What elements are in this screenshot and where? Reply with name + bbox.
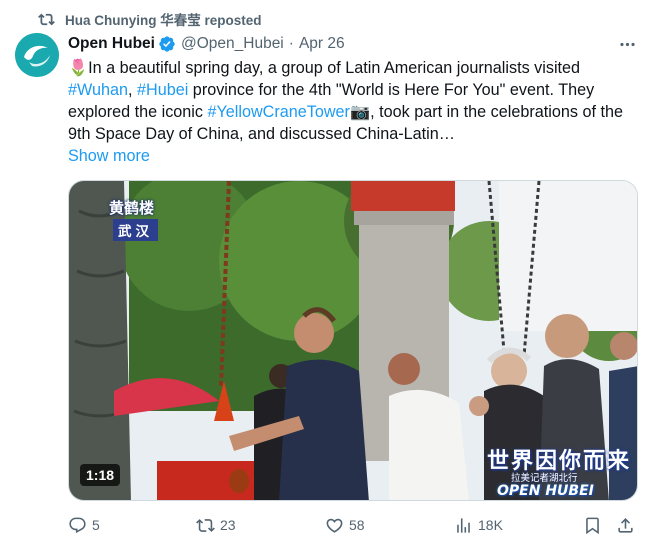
like-count: 58 — [349, 517, 365, 533]
views-button[interactable]: 18K — [454, 513, 503, 537]
video-player[interactable]: 黄鹤楼 武汉 1:18 世界因你而来 拉美记者湖北行 OPEN HUBEI — [68, 180, 638, 501]
repost-label: Hua Chunying 华春莹 reposted — [65, 13, 262, 28]
video-brand-logo: OPEN HUBEI — [497, 483, 594, 499]
author-handle[interactable]: @Open_Hubei — [181, 35, 284, 53]
tweet-comma: , — [128, 81, 137, 99]
repost-icon — [38, 13, 55, 25]
camera-emoji: 📷 — [349, 102, 371, 121]
repost-indicator[interactable]: Hua Chunying 华春莹 reposted — [38, 9, 262, 29]
bookmark-icon — [586, 517, 599, 534]
show-more-link[interactable]: Show more — [68, 145, 150, 167]
more-dots-icon — [619, 42, 635, 46]
location-city: 武汉 — [113, 219, 158, 241]
views-count: 18K — [478, 517, 503, 533]
post-date[interactable]: Apr 26 — [299, 35, 345, 53]
location-title: 黄鹤楼 — [109, 199, 155, 217]
avatar[interactable] — [15, 33, 59, 77]
video-brand-subtitle: 拉美记者湖北行 — [511, 473, 578, 484]
verified-badge-icon — [159, 36, 175, 52]
heart-icon — [326, 518, 343, 533]
share-icon — [618, 517, 633, 533]
hashtag-yellowcranetower[interactable]: #YellowCraneTower — [207, 103, 349, 121]
repost-count: 23 — [220, 517, 236, 533]
header-separator: · — [288, 35, 294, 52]
video-duration: 1:18 — [80, 464, 121, 486]
tweet-header: Open Hubei @Open_Hubei · Apr 26 — [68, 33, 345, 55]
reply-icon — [69, 517, 86, 533]
repost-icon — [196, 518, 215, 532]
repost-button[interactable]: 23 — [196, 513, 236, 537]
reply-count: 5 — [92, 517, 100, 533]
action-bar: 5 23 58 18K — [65, 513, 643, 537]
tweet-text: 🌷In a beautiful spring day, a group of L… — [68, 57, 638, 145]
tulip-emoji: 🌷 — [68, 58, 89, 77]
like-button[interactable]: 58 — [325, 513, 365, 537]
reply-button[interactable]: 5 — [68, 513, 100, 537]
views-chart-icon — [457, 517, 470, 533]
tweet-text-part-1: In a beautiful spring day, a group of La… — [88, 59, 581, 77]
hashtag-hubei[interactable]: #Hubei — [137, 81, 188, 99]
open-hubei-logo — [15, 33, 59, 77]
bookmark-button[interactable] — [583, 513, 602, 537]
author-name[interactable]: Open Hubei — [68, 35, 155, 53]
more-options-button[interactable] — [616, 33, 638, 55]
hashtag-wuhan[interactable]: #Wuhan — [68, 81, 128, 99]
share-button[interactable] — [616, 513, 635, 537]
